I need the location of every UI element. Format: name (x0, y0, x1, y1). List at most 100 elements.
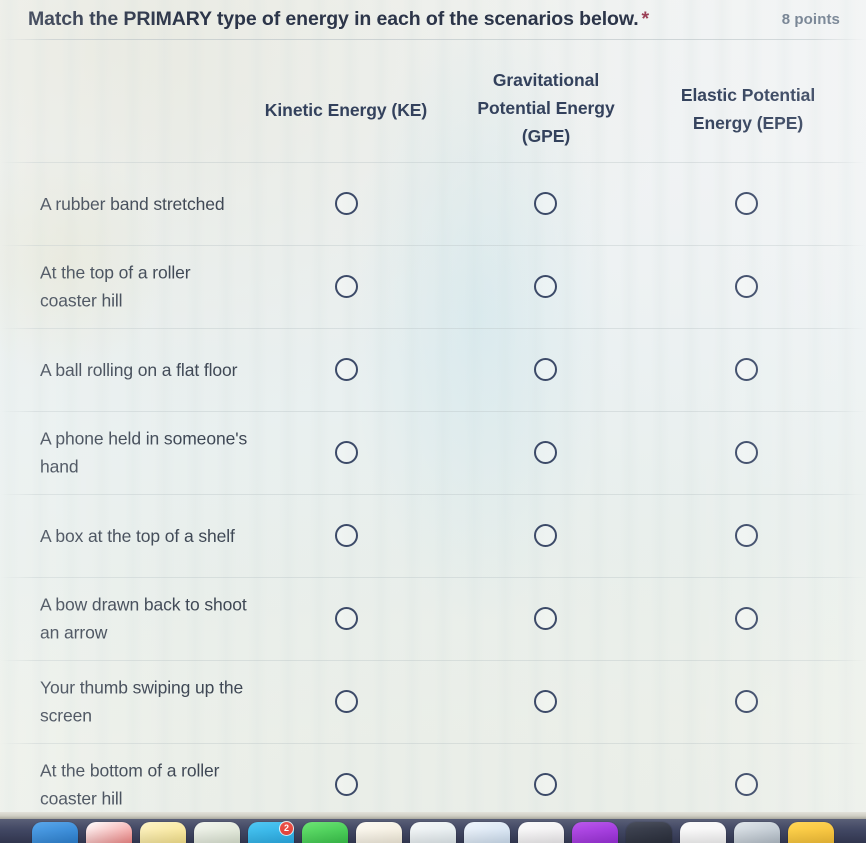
radio-cell-row7-ke[interactable] (316, 682, 376, 722)
dock-icon-books[interactable] (194, 822, 240, 843)
radio-cell-row8-ke[interactable] (316, 765, 376, 805)
radio-row7-gpe[interactable] (533, 690, 557, 713)
row-label: At the top of a roller coaster hill (40, 262, 191, 311)
radio-row4-epe[interactable] (734, 441, 758, 464)
dock-icon-mail[interactable]: 2 (248, 822, 294, 843)
dock-icon-notes[interactable] (140, 822, 186, 843)
table-row: A rubber band stretched (0, 162, 866, 245)
radio-cell-row1-gpe[interactable] (515, 184, 575, 224)
row-label: A ball rolling on a flat floor (40, 359, 238, 380)
radio-row6-gpe[interactable] (533, 607, 557, 630)
radio-row4-gpe[interactable] (533, 441, 557, 464)
column-header-line: Gravitational (492, 70, 600, 90)
row-label: Your thumb swiping up the screen (40, 677, 244, 726)
dock-badge-mail: 2 (280, 822, 293, 835)
dock-icon-calendar[interactable] (86, 822, 132, 843)
radio-row5-epe[interactable] (734, 524, 758, 547)
row-label: A phone held in someone's hand (40, 428, 248, 477)
radio-row1-epe[interactable] (734, 192, 758, 215)
radio-cell-row6-epe[interactable] (716, 599, 776, 639)
radio-cell-row5-epe[interactable] (716, 516, 776, 556)
radio-row5-gpe[interactable] (533, 524, 557, 547)
radio-row7-ke[interactable] (334, 690, 358, 713)
radio-cell-row6-ke[interactable] (316, 599, 376, 639)
table-row: Your thumb swiping up the screen (0, 660, 866, 743)
radio-row2-epe[interactable] (734, 275, 758, 298)
table-row: A phone held in someone's hand (0, 411, 866, 494)
row-divider (0, 660, 866, 661)
photographed-screen: Match the PRIMARY type of energy in each… (0, 0, 866, 843)
radio-row6-ke[interactable] (334, 607, 358, 630)
radio-cell-row4-epe[interactable] (716, 433, 776, 473)
radio-row1-gpe[interactable] (533, 192, 557, 215)
question-header: Match the PRIMARY type of energy in each… (0, 0, 866, 38)
radio-cell-row1-ke[interactable] (316, 184, 376, 224)
question-title: Match the PRIMARY type of energy in each… (28, 7, 639, 30)
table-row: A bow drawn back to shoot an arrow (0, 577, 866, 660)
radio-row1-ke[interactable] (334, 192, 358, 215)
radio-cell-row2-ke[interactable] (316, 267, 376, 307)
radio-cell-row5-gpe[interactable] (515, 516, 575, 556)
dock-icon-pages[interactable] (356, 822, 402, 843)
dock-icon-numbers[interactable] (410, 822, 456, 843)
dock-icon-strip: 2 (0, 822, 866, 843)
radio-row7-epe[interactable] (734, 690, 758, 713)
radio-row4-ke[interactable] (334, 441, 358, 464)
radio-cell-row2-epe[interactable] (716, 267, 776, 307)
radio-row3-epe[interactable] (734, 358, 758, 381)
table-row: A ball rolling on a flat floor (0, 328, 866, 411)
question-title-wrap: Match the PRIMARY type of energy in each… (28, 8, 782, 31)
points-value: 8 points (781, 10, 840, 28)
radio-cell-row1-epe[interactable] (716, 184, 776, 224)
radio-row2-gpe[interactable] (533, 275, 557, 298)
macos-dock: 2 (0, 819, 866, 843)
radio-cell-row7-gpe[interactable] (515, 682, 575, 722)
radio-row3-ke[interactable] (334, 358, 358, 381)
dock-icon-notes-yellow[interactable] (788, 822, 834, 843)
dock-icon-podcasts[interactable] (572, 822, 618, 843)
column-header-kinetic-energy: Kinetic Energy (KE) (246, 41, 446, 124)
column-header-gravitational-potential-energy: Gravitational Potential Energy (GPE) (452, 41, 640, 150)
row-label: A box at the top of a shelf (40, 525, 235, 546)
dock-icon-keynote[interactable] (518, 822, 564, 843)
row-label: A rubber band stretched (40, 193, 225, 214)
radio-cell-row6-gpe[interactable] (515, 599, 575, 639)
radio-cell-row7-epe[interactable] (716, 682, 776, 722)
radio-row8-gpe[interactable] (533, 773, 557, 796)
row-divider (0, 162, 866, 163)
dock-icon-system-settings[interactable] (734, 822, 780, 843)
dock-icon-finder[interactable] (32, 822, 78, 843)
column-header-line: Energy (EPE) (692, 113, 804, 133)
row-divider (0, 411, 866, 412)
radio-cell-row3-gpe[interactable] (515, 350, 575, 390)
radio-cell-row8-epe[interactable] (716, 765, 776, 805)
radio-row6-epe[interactable] (734, 607, 758, 630)
radio-row8-ke[interactable] (334, 773, 358, 796)
radio-cell-row8-gpe[interactable] (515, 765, 575, 805)
radio-cell-row2-gpe[interactable] (515, 267, 575, 307)
radio-cell-row3-epe[interactable] (716, 350, 776, 390)
row-divider (0, 328, 866, 329)
table-row: At the top of a roller coaster hill (0, 245, 866, 328)
dock-icon-nearpod[interactable] (680, 822, 726, 843)
radio-row5-ke[interactable] (334, 524, 358, 547)
radio-cell-row4-gpe[interactable] (515, 433, 575, 473)
column-header-line: Elastic Potential (680, 85, 816, 105)
dock-icon-terminal[interactable] (626, 822, 672, 843)
radio-row8-epe[interactable] (734, 773, 758, 796)
radio-cell-row4-ke[interactable] (316, 433, 376, 473)
row-divider (0, 494, 866, 495)
radio-row3-gpe[interactable] (533, 358, 557, 381)
radio-cell-row3-ke[interactable] (316, 350, 376, 390)
dock-icon-messages[interactable] (302, 822, 348, 843)
required-asterisk: * (641, 7, 650, 30)
column-header-line: Kinetic Energy (KE) (264, 100, 428, 120)
row-divider (0, 743, 866, 744)
row-divider (0, 245, 866, 246)
radio-cell-row5-ke[interactable] (316, 516, 376, 556)
radio-row2-ke[interactable] (334, 275, 358, 298)
table-row: A box at the top of a shelf (0, 494, 866, 577)
column-header-line: Potential Energy (477, 98, 615, 118)
dock-icon-preview[interactable] (464, 822, 510, 843)
header-divider (0, 39, 866, 40)
